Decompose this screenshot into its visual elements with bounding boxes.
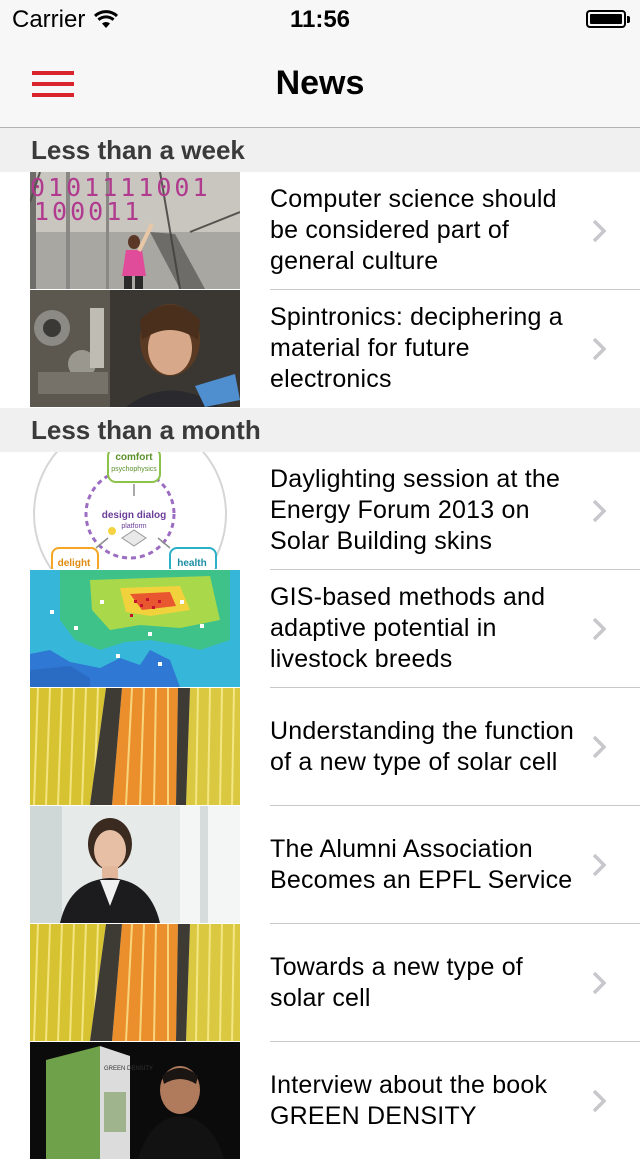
news-title: Spintronics: deciphering a material for … bbox=[270, 303, 563, 393]
navigation-bar: News bbox=[0, 40, 640, 128]
europe-heatmap-thumbnail bbox=[30, 570, 240, 687]
news-title: GIS-based methods and adaptive potential… bbox=[270, 583, 546, 673]
binary-wall-thumbnail: 0101111001 100011 bbox=[30, 172, 240, 289]
solar-glass-panels-thumbnail bbox=[30, 688, 240, 805]
diagram-label-design-dialog: design dialog bbox=[102, 510, 166, 521]
svg-text:100011: 100011 bbox=[34, 197, 142, 226]
diagram-label-psychophysics: psychophysics bbox=[111, 466, 157, 473]
news-row[interactable]: The Alumni Association Becomes an EPFL S… bbox=[0, 806, 640, 924]
news-title: Daylighting session at the Energy Forum … bbox=[270, 465, 561, 555]
chevron-right-icon bbox=[592, 219, 606, 243]
news-list[interactable]: Less than a week 0101111001 100011 Compu… bbox=[0, 128, 640, 1160]
chevron-right-icon bbox=[592, 853, 606, 877]
status-bar: Carrier 11:56 bbox=[0, 0, 640, 40]
news-row[interactable]: Understanding the function of a new type… bbox=[0, 688, 640, 806]
diagram-label-delight: delight bbox=[58, 558, 91, 569]
solar-glass-panels-thumbnail bbox=[30, 924, 240, 1041]
news-title: Understanding the function of a new type… bbox=[270, 716, 575, 776]
diagram-label-comfort: comfort bbox=[115, 452, 153, 463]
chevron-right-icon bbox=[592, 499, 606, 523]
news-row[interactable]: 0101111001 100011 Computer science shoul… bbox=[0, 172, 640, 290]
battery-icon bbox=[586, 10, 630, 28]
diagram-label-health: health bbox=[177, 558, 206, 569]
chevron-right-icon bbox=[592, 971, 606, 995]
news-row[interactable]: Spintronics: deciphering a material for … bbox=[0, 290, 640, 408]
chevron-right-icon bbox=[592, 337, 606, 361]
book-interview-thumbnail: GREEN DENSITY bbox=[30, 1042, 240, 1159]
chevron-right-icon bbox=[592, 735, 606, 759]
news-title: Computer science should be considered pa… bbox=[270, 185, 557, 275]
status-time: 11:56 bbox=[289, 6, 351, 33]
news-title: Interview about the book GREEN DENSITY bbox=[270, 1070, 548, 1130]
page-title: News bbox=[275, 64, 365, 102]
chevron-right-icon bbox=[592, 617, 606, 641]
news-row[interactable]: GIS-based methods and adaptive potential… bbox=[0, 570, 640, 688]
diagram-label-platform: platform bbox=[121, 523, 146, 530]
news-title: The Alumni Association Becomes an EPFL S… bbox=[270, 834, 573, 894]
section-header-month: Less than a month bbox=[0, 408, 640, 452]
book-cover-title: GREEN DENSITY bbox=[104, 1066, 153, 1072]
section-header-week: Less than a week bbox=[0, 128, 640, 172]
news-title: Towards a new type of solar cell bbox=[270, 952, 523, 1012]
chevron-right-icon bbox=[592, 1089, 606, 1113]
design-dialog-thumbnail: comfort psychophysics design dialog plat… bbox=[30, 452, 240, 569]
news-row[interactable]: comfort psychophysics design dialog plat… bbox=[0, 452, 640, 570]
researcher-lab-thumbnail bbox=[30, 290, 240, 407]
woman-portrait-thumbnail bbox=[30, 806, 240, 923]
news-row[interactable]: GREEN DENSITY Interview about the book G… bbox=[0, 1042, 640, 1160]
news-row[interactable]: Towards a new type of solar cell bbox=[0, 924, 640, 1042]
